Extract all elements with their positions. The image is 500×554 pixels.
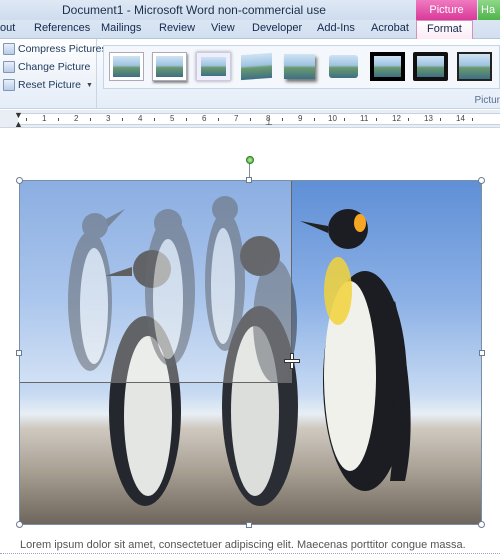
ruler-tick — [122, 118, 123, 121]
resize-handle-top[interactable] — [246, 177, 252, 183]
ruler-tick — [26, 118, 27, 121]
picture-tools-context-label: Picture Tools — [416, 0, 477, 36]
title-bar: Document1 - Microsoft Word non-commercia… — [0, 0, 500, 36]
resize-handle-bottom-left[interactable] — [16, 521, 23, 528]
left-indent-marker[interactable]: ▲ — [14, 119, 23, 129]
compress-icon — [3, 43, 15, 55]
reset-picture-icon — [3, 79, 15, 91]
tab-mailings[interactable]: Mailings — [101, 22, 141, 34]
ruler-number: 6 — [202, 114, 207, 123]
ribbon: Compress Pictures Change Picture Reset P… — [0, 39, 500, 109]
selected-picture[interactable] — [19, 180, 482, 525]
picture-styles-gallery — [103, 45, 500, 89]
picture-style-2[interactable] — [152, 52, 187, 81]
style-preview-image — [329, 55, 358, 78]
resize-handle-left[interactable] — [16, 350, 22, 356]
ruler-number: 3 — [106, 114, 111, 123]
picture-style-7[interactable] — [370, 52, 405, 81]
picture-style-8[interactable] — [413, 52, 448, 81]
ruler-tick — [154, 118, 155, 121]
change-picture-label: Change Picture — [18, 61, 91, 73]
ruler-tick — [282, 118, 283, 121]
compress-pictures-label: Compress Pictures — [18, 43, 107, 55]
ruler-tick — [472, 118, 473, 121]
tab-view[interactable]: View — [211, 22, 235, 34]
ruler-tick — [440, 118, 441, 121]
second-context-label: Ha — [478, 0, 500, 20]
penguin-neck-patch — [324, 257, 352, 325]
ribbon-tabs: out References Mailings Review View Deve… — [0, 20, 500, 40]
style-preview-image — [241, 52, 272, 81]
ruler-tick — [90, 118, 91, 121]
ruler-number: 4 — [138, 114, 143, 123]
resize-handle-bottom[interactable] — [246, 522, 252, 528]
ruler-tick — [218, 118, 219, 121]
resize-handle-right[interactable] — [479, 350, 485, 356]
style-preview-image — [201, 57, 226, 76]
move-cursor-icon — [285, 354, 299, 368]
adjust-group: Compress Pictures Change Picture Reset P… — [0, 39, 107, 109]
ruler-number: 9 — [298, 114, 303, 123]
style-preview-image — [459, 54, 490, 79]
ruler-number: 5 — [170, 114, 175, 123]
change-picture-button[interactable]: Change Picture — [3, 59, 90, 75]
ruler-number: 11 — [360, 114, 369, 123]
tab-page-layout[interactable]: out — [0, 22, 15, 34]
tab-developer[interactable]: Developer — [252, 22, 302, 34]
penguin-ear-patch — [354, 214, 366, 232]
ruler-tick — [58, 118, 59, 121]
resize-handle-top-left[interactable] — [16, 177, 23, 184]
ruler-tick — [408, 118, 409, 121]
ruler-tick — [376, 118, 377, 121]
horizontal-ruler[interactable]: 1 2 3 4 5 6 7 8 9 10 11 12 13 14 ▼ ▲ ⊥ — [0, 110, 500, 129]
ruler-tick — [314, 118, 315, 121]
resize-handle-top-right[interactable] — [478, 177, 485, 184]
penguin-beak — [300, 221, 328, 233]
ruler-number: 1 — [42, 114, 47, 123]
ruler-number: 13 — [424, 114, 433, 123]
picture-style-9[interactable] — [457, 52, 492, 81]
ruler-tick — [344, 118, 345, 121]
ruler-number: 12 — [392, 114, 401, 123]
style-preview-image — [156, 56, 183, 77]
tab-acrobat[interactable]: Acrobat — [371, 22, 409, 34]
ruler-number: 7 — [234, 114, 239, 123]
tab-format[interactable]: Format — [416, 20, 473, 40]
style-preview-image — [374, 56, 401, 77]
ruler-number: 2 — [74, 114, 79, 123]
ruler-tick — [250, 118, 251, 121]
picture-style-6[interactable] — [326, 52, 361, 81]
tab-add-ins[interactable]: Add-Ins — [317, 22, 355, 34]
picture-style-1[interactable] — [109, 52, 144, 81]
rotation-handle[interactable] — [246, 156, 254, 164]
tab-stop-marker[interactable]: ⊥ — [265, 117, 273, 128]
ruler-tick — [186, 118, 187, 121]
style-preview-image — [284, 54, 315, 79]
reset-picture-label: Reset Picture — [18, 79, 82, 91]
ruler-track: 1 2 3 4 5 6 7 8 9 10 11 12 13 14 — [18, 113, 500, 125]
compress-pictures-button[interactable]: Compress Pictures — [3, 41, 107, 57]
picture-style-3[interactable] — [196, 52, 231, 81]
document-page: Lorem ipsum dolor sit amet, consectetuer… — [0, 129, 500, 554]
picture-style-5[interactable] — [282, 52, 317, 81]
tab-review[interactable]: Review — [159, 22, 195, 34]
picture-style-4[interactable] — [239, 52, 274, 81]
resize-handle-bottom-right[interactable] — [478, 521, 485, 528]
ruler-number: 14 — [456, 114, 465, 123]
style-preview-image — [417, 56, 444, 77]
document-body-text[interactable]: Lorem ipsum dolor sit amet, consectetuer… — [20, 539, 466, 551]
tab-references[interactable]: References — [34, 22, 90, 34]
style-preview-image — [113, 56, 140, 77]
reset-picture-button[interactable]: Reset Picture ▼ — [3, 77, 93, 93]
chevron-down-icon[interactable]: ▼ — [86, 82, 93, 89]
ruler-number: 10 — [328, 114, 337, 123]
change-picture-icon — [3, 61, 15, 73]
window-title: Document1 - Microsoft Word non-commercia… — [62, 3, 326, 17]
crop-ghost-region[interactable] — [20, 181, 292, 383]
picture-styles-group-label: Pictur — [474, 95, 500, 106]
